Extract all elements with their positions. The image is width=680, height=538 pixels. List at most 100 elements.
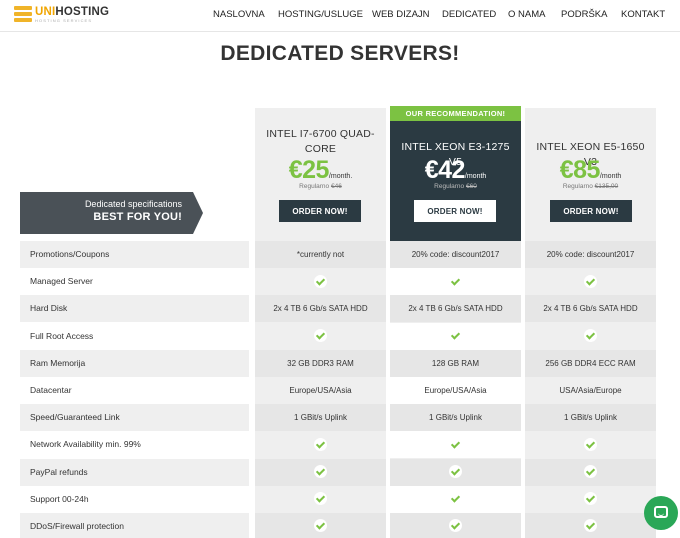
spec-label-cell: Managed Server <box>20 268 249 296</box>
spec-label: DDoS/Firewall protection <box>30 521 125 531</box>
order-now-button[interactable]: ORDER NOW! <box>550 200 632 222</box>
spec-value-cell <box>255 458 386 486</box>
spec-label: Managed Server <box>30 276 93 287</box>
spec-value-cell <box>390 431 521 459</box>
checkmark-icon <box>449 464 462 478</box>
checkmark-icon <box>584 328 597 342</box>
spec-value-cell <box>255 513 386 538</box>
plan-name: INTEL I7-6700 QUAD-CORE <box>266 128 375 155</box>
spec-value-cell: 2x 4 TB 6 Gb/s SATA HDD <box>390 295 521 323</box>
spec-row: DDoS/Firewall protection <box>20 513 656 538</box>
banner-arrow-icon <box>193 192 203 234</box>
plan-regular-price: Regularno €135,00 <box>562 183 619 190</box>
spec-row: Ram Memorija 32 GB DDR3 RAM 128 GB RAM 256 … <box>20 349 656 377</box>
spec-label: Network Availability min. 99% <box>30 439 141 450</box>
nav-hosting-usluge[interactable]: HOSTING/USLUGE <box>278 9 363 20</box>
nav-naslovna[interactable]: NASLOVNA <box>213 9 265 20</box>
banner-subtitle: Dedicated specifications <box>84 199 182 209</box>
plan-price: €25/month. <box>288 156 353 184</box>
spec-label: Promotions/Coupons <box>30 249 110 259</box>
checkmark-icon <box>584 274 597 288</box>
spec-value-cell: 32 GB DDR3 RAM <box>255 349 386 377</box>
spec-label-cell: DDoS/Firewall protection <box>20 513 249 538</box>
spec-value-cell <box>255 322 386 350</box>
spec-value-cell: 1 GBit/s Uplink <box>390 404 521 432</box>
plan-regular-price: Regularno €60 <box>434 183 477 190</box>
banner-title: BEST FOR YOU! <box>93 211 182 223</box>
chat-icon <box>654 506 668 518</box>
spec-row: Datacentar Europe/USA/Asia Europe/USA/Asia… <box>20 377 656 404</box>
checkmark-icon <box>314 274 327 288</box>
spec-value-cell <box>390 485 521 513</box>
checkmark-icon <box>314 437 327 451</box>
spec-label: Datacentar <box>30 385 72 395</box>
plan-price: €42/month <box>424 156 487 184</box>
spec-label-cell: Network Availability min. 99% <box>20 431 249 459</box>
server-stack-icon <box>14 6 32 22</box>
spec-value-cell <box>525 513 656 538</box>
checkmark-icon <box>449 274 462 288</box>
order-now-button[interactable]: ORDER NOW! <box>279 200 361 222</box>
checkmark-icon <box>314 464 327 478</box>
spec-value-cell <box>525 431 656 459</box>
spec-label-cell: Hard Disk <box>20 295 249 323</box>
spec-label: Ram Memorija <box>30 357 86 368</box>
checkmark-icon <box>314 328 327 342</box>
spec-label-cell: Support 00-24h <box>20 485 249 513</box>
spec-value-cell <box>255 485 386 513</box>
nav-web-dizajn[interactable]: WEB DIZAJN <box>372 9 430 20</box>
nav-dedicated[interactable]: DEDICATED <box>442 9 496 20</box>
spec-value-cell <box>255 268 386 296</box>
checkmark-icon <box>449 328 462 342</box>
spec-value-cell: 256 GB DDR4 ECC RAM <box>525 349 656 377</box>
spec-value-cell: Europe/USA/Asia <box>255 377 386 404</box>
live-chat-button[interactable] <box>644 496 678 530</box>
spec-row: Network Availability min. 99% <box>20 431 656 459</box>
spec-value-cell <box>525 322 656 350</box>
spec-row: Promotions/Coupons *currently not 20% code… <box>20 241 656 268</box>
checkmark-icon <box>449 519 462 533</box>
recommendation-badge: OUR RECOMMENDATION! <box>390 106 521 121</box>
spec-value-cell: 1 GBit/s Uplink <box>525 404 656 432</box>
spec-label: PayPal refunds <box>30 466 88 477</box>
spec-label: Support 00-24h <box>30 493 89 504</box>
spec-value-cell: 2x 4 TB 6 Gb/s SATA HDD <box>255 295 386 323</box>
checkmark-icon <box>584 464 597 478</box>
plan-regular-price: Regularno €46 <box>299 183 342 190</box>
spec-value-cell <box>255 431 386 459</box>
spec-value-cell: 20% code: discount2017 <box>525 241 656 268</box>
order-now-button[interactable]: ORDER NOW! <box>414 200 496 222</box>
spec-label: Speed/Guaranteed Link <box>30 412 120 423</box>
spec-label-cell: Ram Memorija <box>20 349 249 377</box>
checkmark-icon <box>314 519 327 533</box>
checkmark-icon <box>314 492 327 506</box>
spec-value-cell: *currently not <box>255 241 386 268</box>
nav-o-nama[interactable]: O NAMA <box>508 9 545 20</box>
spec-value-cell: 1 GBit/s Uplink <box>255 404 386 432</box>
logo-uni: UNI <box>35 6 56 18</box>
plan-price: €85/month <box>559 156 622 184</box>
checkmark-icon <box>584 519 597 533</box>
spec-row: Support 00-24h <box>20 485 656 513</box>
logo[interactable]: UNIHOSTING HOSTING SERVICES <box>14 6 109 24</box>
spec-value-cell <box>525 458 656 486</box>
checkmark-icon <box>449 492 462 506</box>
spec-value-cell: 20% code: discount2017 <box>390 241 521 268</box>
spec-value-cell <box>525 485 656 513</box>
spec-value-cell <box>390 513 521 538</box>
spec-value-cell: USA/Asia/Europe <box>525 377 656 404</box>
spec-row: Full Root Access <box>20 322 656 350</box>
spec-value-cell <box>390 458 521 486</box>
nav-podrska[interactable]: PODRŠKA <box>561 9 607 20</box>
nav-kontakt[interactable]: KONTAKT <box>621 9 665 20</box>
spec-row: Managed Server <box>20 268 656 296</box>
site-header: UNIHOSTING HOSTING SERVICES NASLOVNA HOS… <box>0 0 680 32</box>
spec-label-cell: Full Root Access <box>20 322 249 350</box>
logo-tagline: HOSTING SERVICES <box>35 18 93 23</box>
spec-label: Hard Disk <box>30 303 68 314</box>
logo-hosting: HOSTING <box>55 6 110 18</box>
spec-value-cell: 2x 4 TB 6 Gb/s SATA HDD <box>525 295 656 323</box>
spec-label-cell: Speed/Guaranteed Link <box>20 404 249 432</box>
spec-value-cell <box>390 268 521 296</box>
spec-row: Speed/Guaranteed Link 1 GBit/s Uplink 1 GB… <box>20 404 656 432</box>
